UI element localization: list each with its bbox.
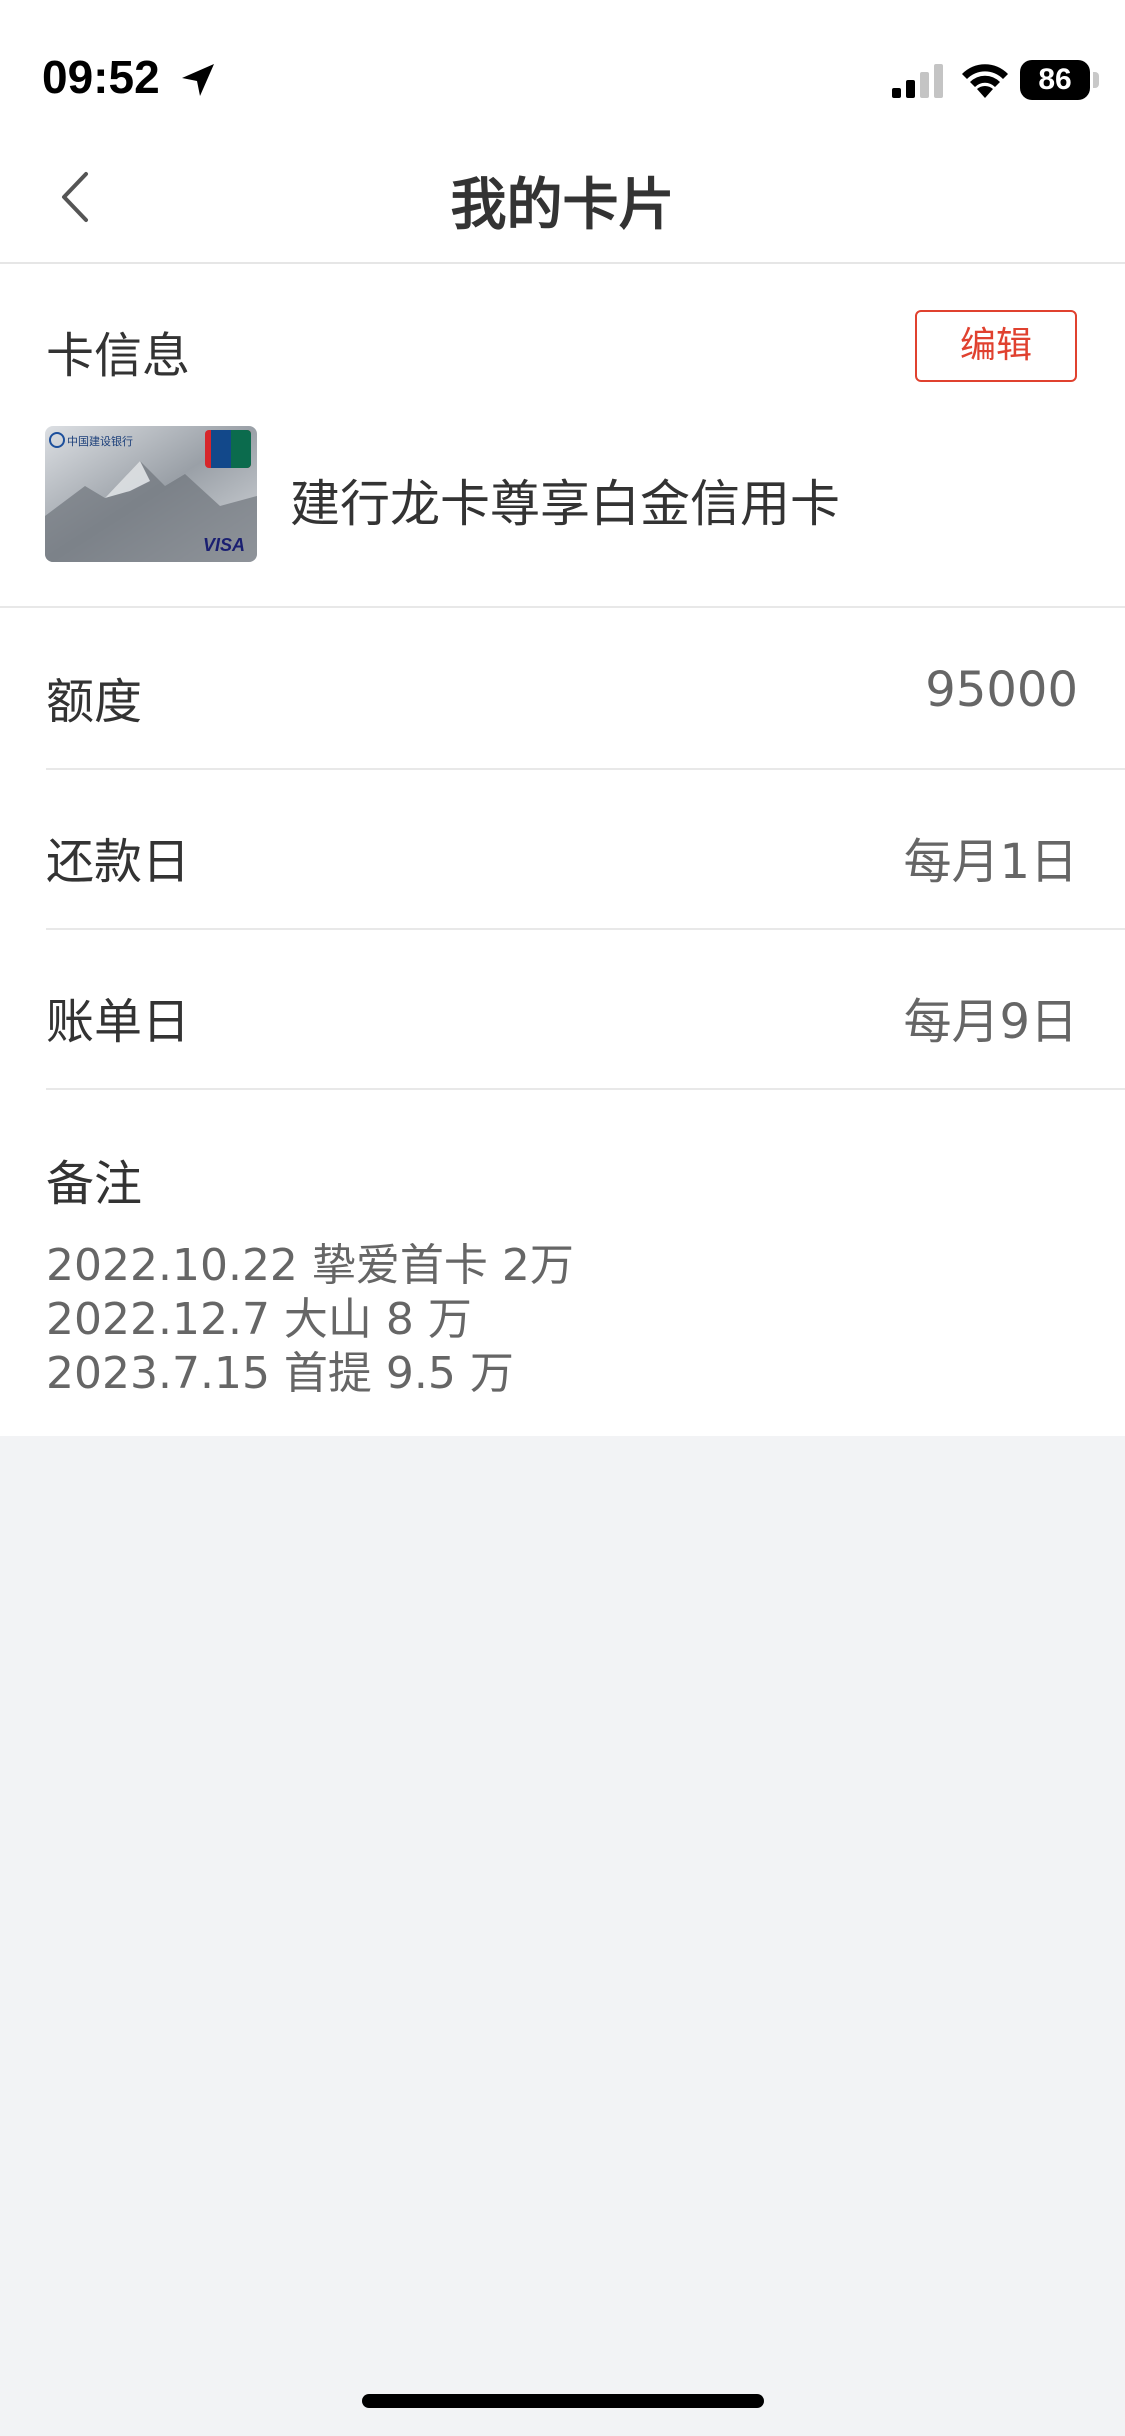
status-bar: 09:52 86 [0,0,1125,132]
divider [46,928,1125,930]
notes-line: 2023.7.15 首提 9.5 万 [46,1348,514,1399]
limit-label: 额度 [46,674,143,730]
edit-button[interactable]: 编辑 [915,310,1077,382]
card-network-text: VISA [203,535,245,555]
statement-day-value: 每月9日 [903,994,1078,1050]
notes-title: 备注 [46,1156,143,1212]
card-name: 建行龙卡尊享白金信用卡 [290,475,840,533]
card-detail-panel: 卡信息 编辑 中国建设银行 VISA 建行龙卡尊享白金信用卡 额度 95000 … [0,264,1125,1436]
limit-value: 95000 [925,662,1078,718]
divider [46,768,1125,770]
battery-icon: 86 [1020,60,1090,100]
status-time: 09:52 [42,51,160,103]
home-indicator[interactable] [362,2394,764,2408]
repayment-day-label: 还款日 [46,834,191,890]
location-arrow-icon [182,64,214,96]
card-info-title: 卡信息 [46,328,191,384]
nav-bar: 我的卡片 [0,132,1125,264]
page-title: 我的卡片 [450,173,675,238]
battery-cap [1093,72,1099,88]
divider [0,606,1125,608]
card-bank-text: 中国建设银行 [67,434,133,448]
cellular-signal-icon [892,64,943,98]
divider [46,1088,1125,1090]
battery-level: 86 [1038,63,1072,96]
wifi-icon [962,64,1008,98]
credit-card-image: 中国建设银行 VISA [45,426,257,562]
repayment-day-value: 每月1日 [903,834,1078,890]
statement-day-label: 账单日 [46,994,191,1050]
